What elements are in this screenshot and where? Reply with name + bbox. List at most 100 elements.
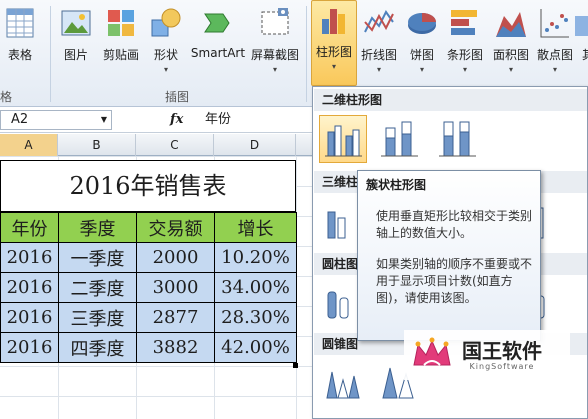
table-cell[interactable]: 2016	[0, 332, 59, 363]
fill-handle[interactable]	[293, 363, 298, 368]
bar-chart-label: 条形图	[446, 48, 483, 62]
grid-line	[0, 156, 320, 157]
group-divider	[306, 6, 307, 102]
line-chart-label: 折线图	[360, 48, 397, 62]
section-2d-column: 二维柱形图	[314, 89, 587, 111]
table-icon	[6, 8, 34, 38]
pie-dropdown-arrow: ▾	[419, 65, 424, 74]
table-row: 2016 一季度 2000 10.20%	[0, 242, 297, 273]
grid-line	[0, 396, 320, 397]
header-cell-quarter[interactable]: 季度	[58, 212, 137, 243]
table-cell[interactable]: 2016	[0, 242, 59, 273]
watermark-name: 国王软件	[462, 338, 542, 363]
grid-line	[0, 366, 320, 367]
column-header-a[interactable]: A	[0, 134, 58, 156]
pie-chart-label: 饼图	[409, 48, 434, 62]
sales-table: 年份 季度 交易额 增长 2016 一季度 2000 10.20% 2016 二…	[0, 212, 297, 363]
cone-column-option[interactable]	[319, 357, 367, 405]
shapes-button[interactable]: 形状 ▾	[148, 4, 184, 84]
sheet-title-cell[interactable]: 2016年销售表	[0, 160, 296, 212]
group-divider	[50, 6, 51, 102]
bar-chart-icon	[451, 10, 477, 35]
name-box-dropdown-icon[interactable]: ▼	[96, 110, 112, 130]
tooltip-title: 簇状柱形图	[366, 178, 427, 192]
screenshot-button[interactable]: 屏幕截图 ▾	[247, 4, 303, 84]
line-dropdown-arrow: ▾	[376, 65, 381, 74]
column-header-b[interactable]: B	[58, 134, 136, 156]
clipart-label: 剪贴画	[102, 48, 139, 62]
table-row: 2016 三季度 2877 28.30%	[0, 302, 297, 333]
scatter-chart-icon	[540, 9, 569, 38]
screenshot-icon	[261, 8, 289, 35]
screenshot-label: 屏幕截图	[250, 48, 299, 62]
percent-stacked-column-option[interactable]	[433, 115, 481, 163]
table-button[interactable]: 表格	[0, 4, 44, 84]
table-label: 表格	[7, 48, 32, 62]
table-cell[interactable]: 2016	[0, 302, 59, 333]
clustered-column-option[interactable]	[319, 115, 367, 163]
crown-logo-icon	[413, 337, 451, 366]
picture-icon	[61, 10, 91, 36]
column-dropdown-arrow: ▾	[331, 62, 336, 71]
table-cell[interactable]: 10.20%	[214, 242, 297, 273]
shapes-dropdown-arrow: ▾	[163, 65, 168, 74]
other-chart-label: 其	[581, 48, 588, 62]
area-chart-icon	[496, 12, 526, 37]
group-label-partial: 格	[0, 90, 13, 104]
smartart-button[interactable]: SmartArt	[190, 4, 246, 84]
table-cell[interactable]: 42.00%	[214, 332, 297, 363]
table-cell[interactable]: 3000	[136, 272, 215, 303]
area-chart-button[interactable]: 面积图 ▾	[489, 4, 533, 84]
cone-icon	[326, 371, 360, 399]
pie-chart-button[interactable]: 饼图 ▾	[403, 4, 441, 84]
other-chart-icon	[575, 16, 588, 36]
stacked-column-option[interactable]	[375, 115, 423, 163]
stacked-column-icon	[381, 121, 418, 157]
shapes-icon	[151, 8, 181, 37]
watermark-subtitle: KingSoftware	[469, 361, 535, 371]
table-cell[interactable]: 2000	[136, 242, 215, 273]
table-cell[interactable]: 二季度	[58, 272, 137, 303]
picture-label: 图片	[63, 48, 88, 62]
bar-dropdown-arrow: ▾	[462, 65, 467, 74]
screenshot-dropdown-arrow: ▾	[272, 65, 277, 74]
table-cell[interactable]: 四季度	[58, 332, 137, 363]
table-row: 2016 四季度 3882 42.00%	[0, 332, 297, 363]
table-cell[interactable]: 2016	[0, 272, 59, 303]
group-label-illustrations: 插图	[165, 90, 190, 104]
column-chart-button[interactable]: 柱形图 ▾	[311, 0, 357, 86]
clipart-icon	[108, 10, 134, 36]
smartart-icon	[204, 13, 230, 33]
bar-chart-button[interactable]: 条形图 ▾	[443, 4, 487, 84]
tooltip-description: 使用垂直矩形比较相交于类别轴上的数值大小。	[376, 209, 533, 240]
shapes-label: 形状	[153, 48, 178, 62]
column-chart-label: 柱形图	[315, 45, 352, 59]
picture-button[interactable]: 图片	[58, 4, 94, 84]
tooltip-usage-note: 如果类别轴的顺序不重要或不用于显示项目计数(如直方图)，请使用该图。	[376, 257, 533, 305]
header-cell-amount[interactable]: 交易额	[136, 212, 215, 243]
scatter-dropdown-arrow: ▾	[552, 65, 557, 74]
other-chart-button[interactable]: 其	[575, 4, 588, 84]
table-cell[interactable]: 34.00%	[214, 272, 297, 303]
table-cell[interactable]: 3882	[136, 332, 215, 363]
column-chart-icon	[322, 9, 345, 34]
column-header-d[interactable]: D	[214, 134, 296, 156]
clustered-column-icon	[325, 125, 362, 157]
scatter-chart-button[interactable]: 散点图 ▾	[534, 4, 576, 84]
name-box-value: A2	[11, 112, 29, 127]
percent-stacked-column-icon	[439, 121, 476, 157]
chart-tooltip: 簇状柱形图 使用垂直矩形比较相交于类别轴上的数值大小。 如果类别轴的顺序不重要或…	[357, 170, 541, 341]
clipart-button[interactable]: 剪贴画	[100, 4, 142, 84]
line-chart-button[interactable]: 折线图 ▾	[358, 4, 400, 84]
header-cell-growth[interactable]: 增长	[214, 212, 297, 243]
table-cell[interactable]: 三季度	[58, 302, 137, 333]
column-header-c[interactable]: C	[136, 134, 214, 156]
table-cell[interactable]: 一季度	[58, 242, 137, 273]
fx-icon[interactable]: fx	[170, 110, 183, 130]
scatter-chart-label: 散点图	[536, 48, 573, 62]
line-chart-icon	[364, 10, 394, 33]
table-cell[interactable]: 28.30%	[214, 302, 297, 333]
header-cell-year[interactable]: 年份	[0, 212, 59, 243]
table-cell[interactable]: 2877	[136, 302, 215, 333]
formula-input[interactable]: 年份	[205, 110, 320, 130]
